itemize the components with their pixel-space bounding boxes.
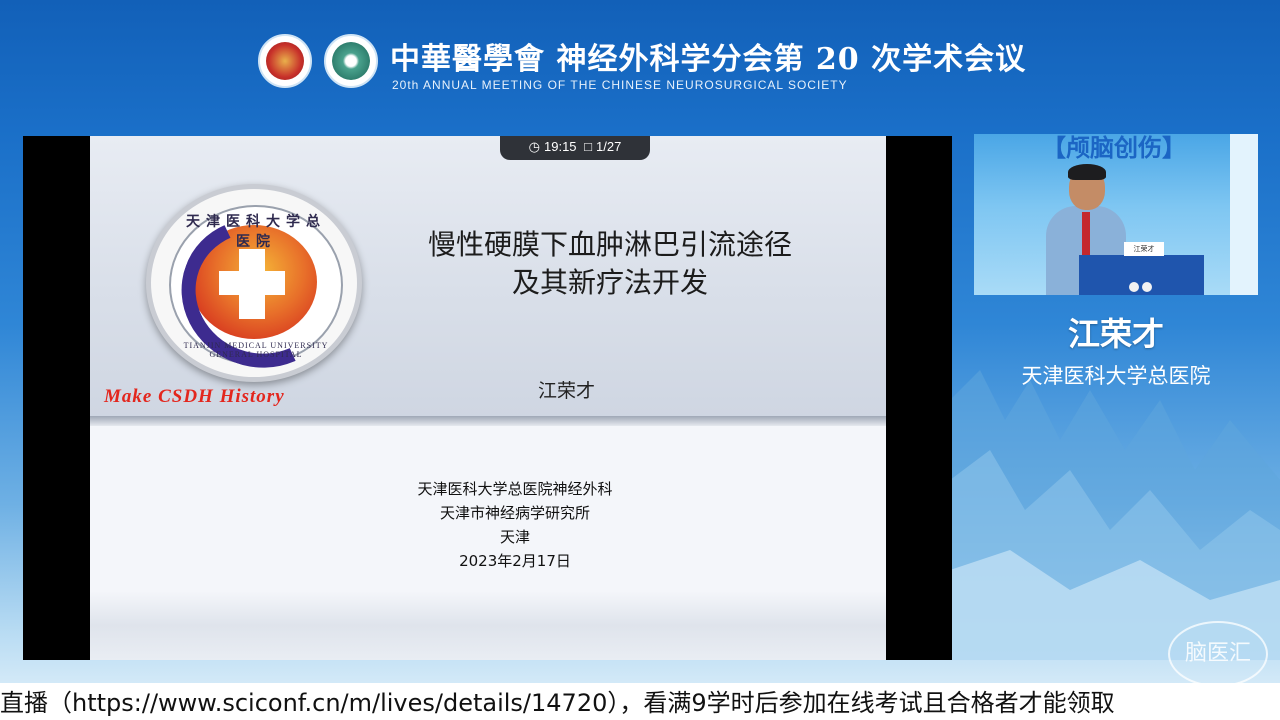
talk-title-line2: 及其新疗法开发	[511, 266, 708, 299]
speaker-video: 【颅脑创伤】 江荣才	[974, 134, 1258, 295]
mountain-background	[950, 370, 1280, 660]
slide-footer-band	[90, 591, 886, 660]
affiliation-line: 天津	[499, 528, 530, 546]
hospital-logo: 天津医科大学总医院 TIANJIN MEDICAL UNIVERSITY GEN…	[146, 184, 362, 390]
speaker-organization: 天津医科大学总医院	[1021, 364, 1211, 388]
neurosurgical-society-logo	[324, 34, 378, 88]
podium-logos	[1129, 277, 1157, 292]
speaker-name: 江荣才	[1067, 315, 1164, 353]
chinese-medical-association-logo	[258, 34, 312, 88]
talk-author: 江荣才	[538, 380, 596, 402]
talk-title: 慢性硬膜下血肿淋巴引流途径 及其新疗法开发	[390, 226, 830, 302]
affiliation-line: 天津医科大学总医院神经外科	[417, 480, 613, 498]
podium-logo-icon	[1129, 282, 1139, 292]
conference-title: 中華醫學會 神经外科学分会第 20 次学术会议	[390, 42, 1027, 77]
affiliation-date: 2023年2月17日	[459, 552, 571, 570]
slide-divider	[90, 416, 886, 426]
talk-title-line1: 慢性硬膜下血肿淋巴引流途径	[427, 228, 792, 261]
page-counter: 1/27	[596, 139, 622, 154]
affiliation-block: 天津医科大学总医院神经外科 天津市神经病学研究所 天津 2023年2月17日	[340, 477, 690, 573]
hospital-seal-top-text: 天津医科大学总医院	[186, 214, 326, 250]
page-icon: □	[584, 139, 593, 154]
podium-name-card: 江荣才	[1124, 242, 1164, 256]
hospital-seal-bottom-text: TIANJIN MEDICAL UNIVERSITY GENERAL HOSPI…	[183, 341, 329, 359]
hospital-logo-cross-h	[219, 271, 285, 295]
presentation-slide: ◷ 19:15 □ 1/27 天津医科大学总医院 TIANJIN MEDICAL U…	[90, 136, 886, 660]
slide-timer: ◷ 19:15 □ 1/27	[500, 136, 650, 160]
timer-value: 19:15	[544, 139, 577, 154]
conference-subtitle: 20th ANNUAL MEETING OF THE CHINESE NEURO…	[392, 78, 848, 92]
tagline: Make CSDH History	[104, 386, 285, 407]
podium-logo-icon	[1142, 282, 1152, 292]
slide-stage: ◷ 19:15 □ 1/27 天津医科大学总医院 TIANJIN MEDICAL U…	[23, 136, 952, 660]
clock-icon: ◷	[528, 139, 540, 154]
video-right-edge	[1230, 134, 1258, 295]
live-ticker: 直播（https://www.sciconf.cn/m/lives/detail…	[0, 683, 1280, 720]
speaker-hair	[1068, 164, 1106, 180]
watermark-logo: 脑医汇	[1168, 621, 1268, 687]
affiliation-line: 天津市神经病学研究所	[439, 504, 590, 522]
session-banner: 【颅脑创伤】	[1042, 134, 1186, 162]
